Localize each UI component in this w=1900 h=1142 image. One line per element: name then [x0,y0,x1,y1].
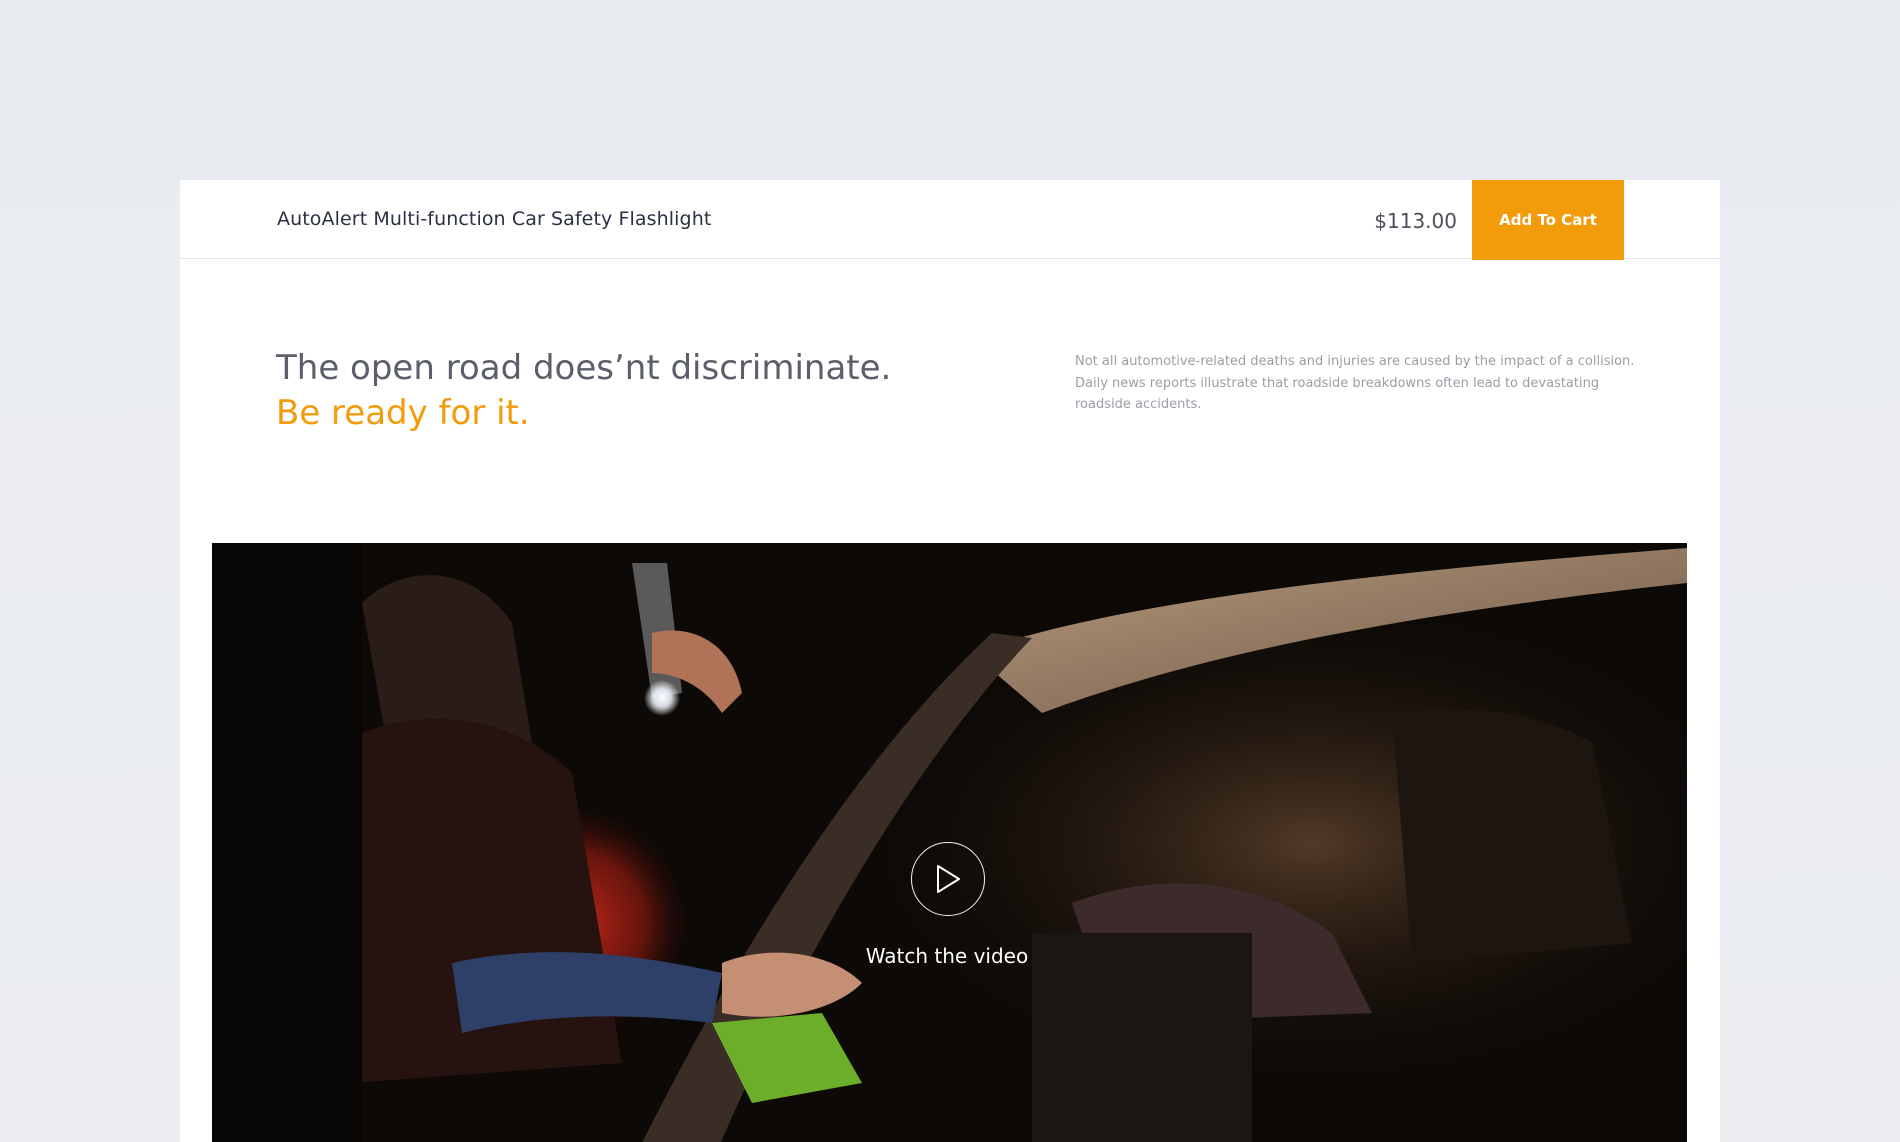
headline-accent-line: Be ready for it. [276,393,530,433]
hero-headline: The open road does’nt discriminate. Be r… [276,346,891,436]
add-to-cart-button[interactable]: Add To Cart [1472,180,1624,260]
product-card: AutoAlert Multi-function Car Safety Flas… [180,180,1720,1142]
product-title: AutoAlert Multi-function Car Safety Flas… [277,208,712,230]
hero-description: Not all automotive-related deaths and in… [1075,354,1635,412]
headline-main-line: The open road does’nt discriminate. [276,348,892,388]
video-player[interactable]: Watch the video [212,543,1687,1142]
product-price: $113.00 [1374,209,1457,233]
play-button[interactable] [911,842,985,916]
watch-video-label[interactable]: Watch the video [772,944,1122,968]
play-icon [937,865,960,893]
product-header-bar: AutoAlert Multi-function Car Safety Flas… [180,180,1720,260]
